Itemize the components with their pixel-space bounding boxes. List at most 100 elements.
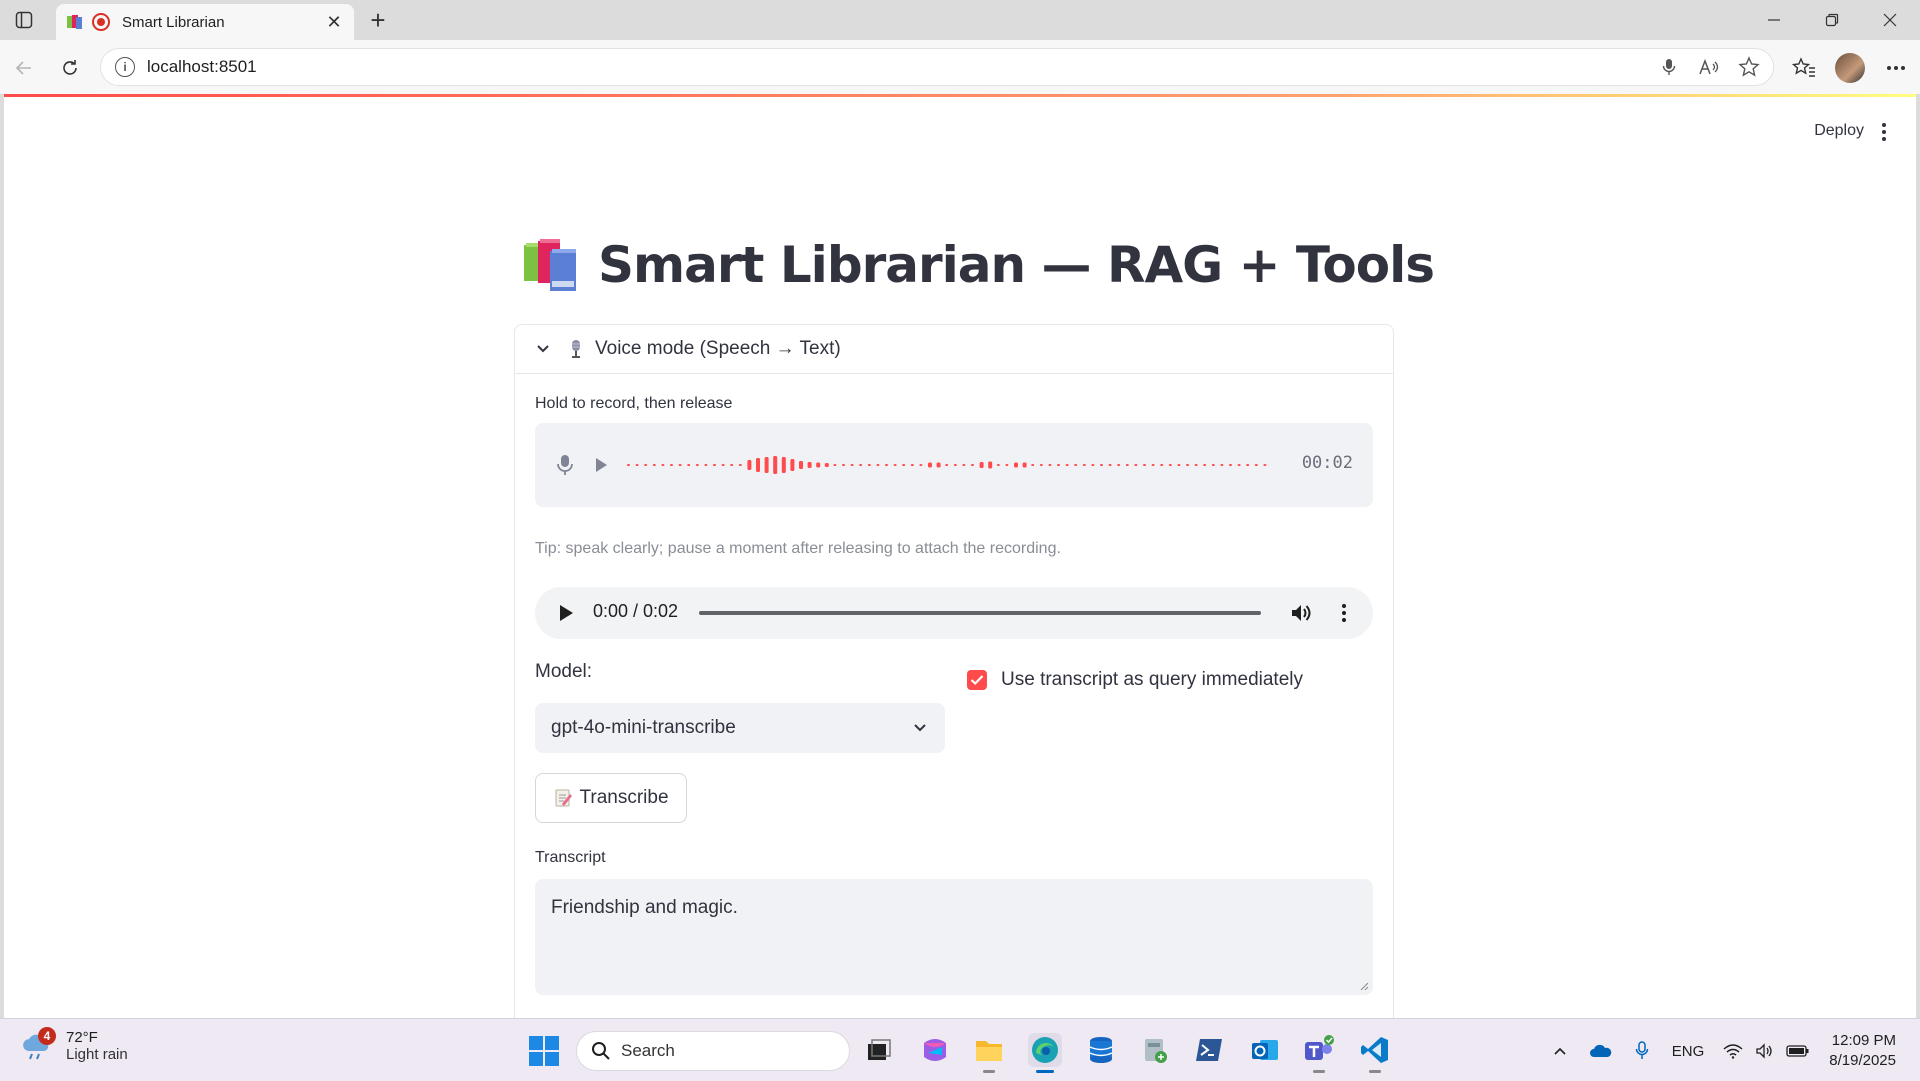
- waveform-bar: [704, 464, 708, 466]
- read-aloud-icon[interactable]: [1697, 55, 1721, 79]
- powershell-icon[interactable]: [1192, 1033, 1226, 1067]
- recorder-play-icon[interactable]: [593, 456, 609, 474]
- waveform-bar: [713, 464, 716, 466]
- system-clock[interactable]: 12:09 PM 8/19/2025: [1829, 1031, 1896, 1071]
- url-text[interactable]: localhost:8501: [147, 57, 257, 77]
- microphone-tray-icon[interactable]: [1628, 1037, 1656, 1065]
- waveform-bar: [652, 464, 656, 466]
- speaker-icon[interactable]: [1752, 1037, 1778, 1065]
- audio-progress-slider[interactable]: [699, 611, 1261, 615]
- waveform-bar: [962, 464, 966, 466]
- voice-mode-expander-header[interactable]: Voice mode (Speech → Text): [515, 325, 1393, 374]
- waveform-bar: [816, 462, 821, 468]
- waveform-bar: [1151, 464, 1155, 466]
- audio-recorder: 00:02: [535, 423, 1373, 507]
- task-view-icon[interactable]: [862, 1033, 896, 1067]
- use-transcript-checkbox[interactable]: [967, 670, 987, 690]
- microphone-icon[interactable]: [1657, 55, 1681, 79]
- audio-more-icon[interactable]: [1339, 601, 1349, 625]
- waveform-bar: [945, 464, 949, 466]
- more-options-icon[interactable]: [1880, 52, 1912, 84]
- waveform-bar: [1160, 464, 1164, 466]
- waveform-bar: [988, 461, 993, 469]
- model-select-value: gpt-4o-mini-transcribe: [551, 717, 736, 738]
- site-info-icon[interactable]: i: [115, 57, 135, 77]
- memo-icon: [555, 789, 573, 807]
- address-bar[interactable]: i localhost:8501: [100, 48, 1774, 86]
- recording-indicator-icon: [92, 13, 110, 31]
- waveform-bar: [1263, 464, 1267, 466]
- tab-actions-icon[interactable]: [10, 6, 38, 34]
- waveform-bar: [1117, 464, 1121, 466]
- waveform-bar: [971, 464, 974, 466]
- close-window-icon[interactable]: [1862, 4, 1918, 36]
- resize-handle-icon[interactable]: [1359, 981, 1369, 991]
- studio-microphone-icon: [567, 339, 585, 359]
- waveform-bar: [661, 464, 665, 466]
- close-tab-icon[interactable]: ✕: [324, 12, 344, 32]
- waveform-bar: [1031, 464, 1035, 466]
- waveform-bar: [1022, 462, 1027, 468]
- waveform-bar: [790, 459, 795, 471]
- restore-icon[interactable]: [1804, 4, 1860, 36]
- waveform-bar: [893, 464, 897, 466]
- waveform-bar: [644, 464, 648, 466]
- back-icon[interactable]: [8, 52, 40, 84]
- weather-temp: 72°F: [66, 1029, 98, 1046]
- azure-data-studio-icon[interactable]: [1084, 1033, 1118, 1067]
- top-decoration-bar: [4, 94, 1916, 97]
- waveform-bar: [885, 464, 888, 466]
- new-tab-icon[interactable]: +: [364, 5, 392, 35]
- waveform-bar: [1082, 464, 1086, 466]
- profile-avatar[interactable]: [1834, 52, 1866, 84]
- file-explorer-icon[interactable]: [972, 1033, 1006, 1073]
- waveform-bar: [824, 463, 829, 467]
- search-icon: [592, 1042, 610, 1060]
- waveform-bar: [1143, 464, 1146, 466]
- deploy-button[interactable]: Deploy: [1806, 118, 1872, 144]
- waveform-bar: [979, 462, 984, 468]
- taskbar-search[interactable]: Search: [576, 1031, 850, 1071]
- tab-strip: Smart Librarian ✕ +: [0, 0, 1920, 40]
- vscode-icon[interactable]: [1358, 1033, 1392, 1073]
- waveform-bar: [1005, 464, 1009, 466]
- wifi-icon[interactable]: [1720, 1037, 1746, 1065]
- chevron-up-icon[interactable]: [1546, 1037, 1574, 1065]
- favorites-icon[interactable]: [1788, 52, 1820, 84]
- model-select[interactable]: gpt-4o-mini-transcribe: [535, 703, 945, 753]
- waveform-bar: [687, 464, 691, 466]
- transcribe-button[interactable]: Transcribe: [535, 773, 687, 823]
- language-indicator[interactable]: ENG: [1672, 1043, 1705, 1060]
- waveform-bar: [1203, 464, 1207, 466]
- clock-time: 12:09 PM: [1831, 1032, 1896, 1049]
- weather-widget[interactable]: 4 72°F Light rain: [20, 1027, 128, 1063]
- waveform-bar: [928, 462, 932, 468]
- outlook-icon[interactable]: [1248, 1033, 1282, 1067]
- transcript-text[interactable]: Friendship and magic.: [551, 897, 738, 918]
- volume-icon[interactable]: [1289, 601, 1313, 625]
- edge-browser-icon[interactable]: [1028, 1033, 1062, 1073]
- reload-icon[interactable]: [54, 52, 86, 84]
- browser-tab[interactable]: Smart Librarian ✕: [56, 4, 354, 40]
- installer-icon[interactable]: [1138, 1033, 1172, 1067]
- transcript-textarea[interactable]: Friendship and magic.: [535, 879, 1373, 995]
- onedrive-icon[interactable]: [1586, 1037, 1616, 1065]
- minimize-icon[interactable]: [1746, 4, 1802, 36]
- favorite-star-icon[interactable]: [1737, 55, 1761, 79]
- recording-tip: Tip: speak clearly; pause a moment after…: [535, 540, 1061, 557]
- main-menu-icon[interactable]: [1872, 118, 1896, 146]
- waveform-bar: [1220, 464, 1224, 466]
- waveform-bar: [919, 464, 923, 466]
- recording-waveform: [627, 456, 1267, 474]
- record-microphone-icon[interactable]: [555, 453, 575, 477]
- use-transcript-checkbox-row[interactable]: Use transcript as query immediately: [967, 669, 1303, 691]
- microsoft-365-icon[interactable]: [918, 1033, 952, 1067]
- teams-icon[interactable]: [1302, 1033, 1336, 1073]
- recording-time: 00:02: [1301, 453, 1353, 473]
- waveform-bar: [1168, 464, 1172, 466]
- waveform-bar: [1057, 464, 1060, 466]
- windows-start-icon[interactable]: [528, 1035, 560, 1067]
- waveform-bar: [953, 464, 957, 466]
- audio-play-icon[interactable]: [557, 603, 575, 623]
- battery-icon[interactable]: [1784, 1037, 1812, 1065]
